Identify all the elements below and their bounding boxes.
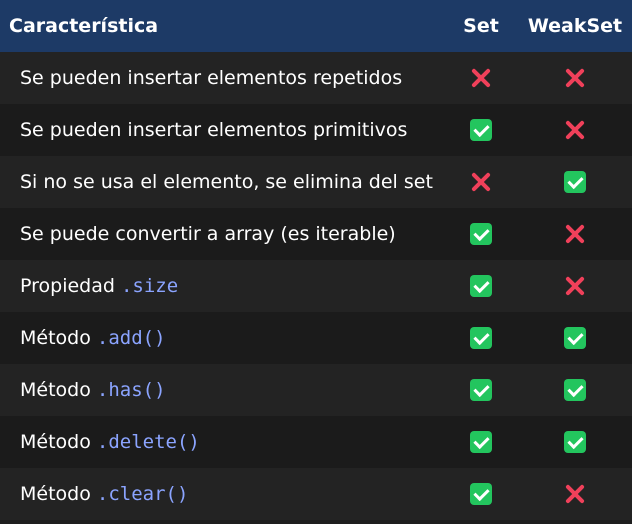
- weakset-cell: [518, 119, 632, 141]
- feature-cell: Propiedad .size: [0, 275, 444, 297]
- check-icon: [564, 379, 586, 401]
- feature-label: Si no se usa el elemento, se elimina del…: [20, 171, 433, 193]
- cross-icon: [470, 171, 492, 193]
- table-row: Propiedad .size: [0, 260, 632, 312]
- feature-code: .size: [120, 275, 179, 297]
- cross-icon: [564, 483, 586, 505]
- set-cell: [444, 67, 518, 89]
- set-cell: [444, 379, 518, 401]
- feature-label: Se pueden insertar elementos primitivos: [20, 119, 408, 141]
- set-cell: [444, 223, 518, 245]
- feature-cell: Método .delete(): [0, 431, 444, 453]
- check-icon: [564, 431, 586, 453]
- feature-label: Método: [20, 431, 97, 453]
- feature-code: .delete(): [96, 431, 200, 453]
- header-feature: Característica: [9, 15, 159, 37]
- cross-icon: [564, 67, 586, 89]
- weakset-cell: [518, 223, 632, 245]
- table-body: Se pueden insertar elementos repetidos Se…: [0, 52, 632, 520]
- table-row: Si no se usa el elemento, se elimina del…: [0, 156, 632, 208]
- header-weakset: WeakSet: [527, 15, 623, 37]
- check-icon: [470, 275, 492, 297]
- feature-label: Se puede convertir a array (es iterable): [20, 223, 396, 245]
- feature-label: Método: [20, 483, 97, 505]
- table-row: Se pueden insertar elementos primitivos: [0, 104, 632, 156]
- weakset-cell: [518, 67, 632, 89]
- feature-label: Método: [20, 379, 97, 401]
- check-icon: [470, 379, 492, 401]
- cross-icon: [470, 67, 492, 89]
- table-row: Se puede convertir a array (es iterable): [0, 208, 632, 260]
- check-icon: [470, 431, 492, 453]
- weakset-cell: [518, 171, 632, 193]
- table-row: Se pueden insertar elementos repetidos: [0, 52, 632, 104]
- set-cell: [444, 483, 518, 505]
- set-cell: [444, 119, 518, 141]
- check-icon: [470, 223, 492, 245]
- feature-code: .has(): [96, 379, 166, 401]
- header-set: Set: [463, 15, 499, 37]
- feature-label: Propiedad: [20, 275, 121, 297]
- check-icon: [564, 171, 586, 193]
- weakset-cell: [518, 275, 632, 297]
- feature-code: .clear(): [96, 483, 189, 505]
- weakset-cell: [518, 327, 632, 349]
- table-row: Método .add(): [0, 312, 632, 364]
- cross-icon: [564, 119, 586, 141]
- feature-cell: Método .clear(): [0, 483, 444, 505]
- feature-label: Se pueden insertar elementos repetidos: [20, 67, 403, 89]
- table-row: Método .has(): [0, 364, 632, 416]
- set-cell: [444, 171, 518, 193]
- table-row: Método .delete(): [0, 416, 632, 468]
- comparison-table: Característica Set WeakSet Se pueden ins…: [0, 0, 632, 520]
- set-cell: [444, 275, 518, 297]
- cross-icon: [564, 275, 586, 297]
- weakset-cell: [518, 431, 632, 453]
- check-icon: [564, 327, 586, 349]
- feature-cell: Se pueden insertar elementos primitivos: [0, 119, 444, 141]
- set-cell: [444, 431, 518, 453]
- check-icon: [470, 327, 492, 349]
- table-header: Característica Set WeakSet: [0, 0, 632, 52]
- cross-icon: [564, 223, 586, 245]
- feature-cell: Método .add(): [0, 327, 444, 349]
- set-cell: [444, 327, 518, 349]
- weakset-cell: [518, 379, 632, 401]
- feature-cell: Se pueden insertar elementos repetidos: [0, 67, 444, 89]
- feature-cell: Método .has(): [0, 379, 444, 401]
- feature-label: Método: [20, 327, 97, 349]
- table-row: Método .clear(): [0, 468, 632, 520]
- feature-cell: Se puede convertir a array (es iterable): [0, 223, 444, 245]
- check-icon: [470, 119, 492, 141]
- weakset-cell: [518, 483, 632, 505]
- feature-cell: Si no se usa el elemento, se elimina del…: [0, 171, 444, 193]
- check-icon: [470, 483, 492, 505]
- feature-code: .add(): [96, 327, 166, 349]
